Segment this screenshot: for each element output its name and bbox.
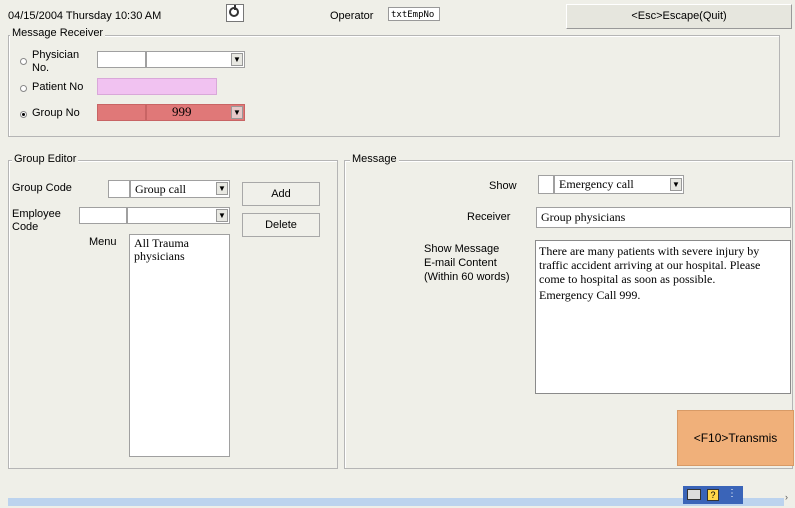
group-no-label: Group No	[32, 107, 80, 119]
show-combo-value: Emergency call	[559, 177, 634, 191]
system-tray: ? ⋮	[683, 486, 743, 504]
scroll-right-icon[interactable]: ›	[785, 492, 788, 502]
content-label: Show Message	[424, 243, 500, 255]
group-code-combo-value: Group call	[135, 182, 186, 196]
message-legend: Message	[350, 153, 399, 165]
menu-list[interactable]: All Trauma physicians	[129, 234, 230, 457]
patient-no-field[interactable]	[97, 78, 217, 95]
help-icon[interactable]: ?	[707, 489, 719, 501]
employee-code-field[interactable]	[79, 207, 127, 224]
chevron-down-icon[interactable]: ▼	[231, 53, 243, 66]
receiver-field-value: Group physicians	[541, 210, 626, 224]
patient-radio[interactable]	[20, 85, 27, 92]
keyboard-icon[interactable]	[687, 489, 701, 500]
physician-radio[interactable]	[20, 58, 27, 65]
clock-icon[interactable]	[226, 4, 244, 22]
physician-no-field[interactable]	[97, 51, 146, 68]
message-paragraph: Emergency Call 999.	[539, 288, 641, 302]
message-content-textarea[interactable]: There are many patients with severe inju…	[535, 240, 791, 394]
group-code-combo[interactable]: Group call	[130, 180, 230, 198]
physician-label: Physician	[32, 49, 80, 61]
datetime-display: 04/15/2004 Thursday 10:30 AM	[8, 10, 162, 22]
message-paragraph: There are many patients with severe inju…	[539, 244, 761, 286]
employee-code-label: Employee	[12, 208, 61, 220]
receiver-field[interactable]: Group physicians	[536, 207, 791, 228]
delete-button[interactable]: Delete	[242, 213, 320, 237]
patient-label: Patient No	[32, 81, 84, 93]
group-no-value: 999	[172, 104, 192, 119]
chevron-down-icon[interactable]: ▼	[670, 178, 682, 191]
status-bar	[8, 498, 784, 506]
show-label: Show	[489, 180, 517, 192]
message-receiver-legend: Message Receiver	[10, 27, 106, 39]
list-item[interactable]: All Trauma physicians	[134, 237, 225, 263]
escape-quit-button[interactable]: <Esc>Escape(Quit)	[566, 4, 792, 29]
chevron-down-icon[interactable]: ▼	[216, 182, 228, 195]
tray-more-icon[interactable]: ⋮	[727, 488, 737, 499]
group-editor-legend: Group Editor	[12, 153, 79, 165]
content-label-3: (Within 60 words)	[424, 271, 510, 283]
employee-code-combo[interactable]	[127, 207, 230, 224]
group-code-field[interactable]	[108, 180, 130, 198]
physician-label-no: No.	[32, 62, 50, 74]
show-field[interactable]	[538, 175, 554, 194]
receiver-label: Receiver	[467, 211, 511, 223]
menu-label: Menu	[89, 236, 117, 248]
group-no-field[interactable]	[97, 104, 146, 121]
employee-code-label-2: Code	[12, 221, 39, 233]
content-label-2: E-mail Content	[424, 257, 497, 269]
add-button[interactable]: Add	[242, 182, 320, 206]
transmit-button[interactable]: <F10>Transmis	[677, 410, 794, 466]
operator-field[interactable]: txtEmpNo	[388, 7, 440, 21]
chevron-down-icon[interactable]: ▼	[231, 106, 243, 119]
operator-label: Operator	[330, 10, 374, 22]
group-code-label: Group Code	[12, 182, 72, 194]
show-combo[interactable]: Emergency call	[554, 175, 684, 194]
group-no-radio[interactable]	[20, 111, 27, 118]
chevron-down-icon[interactable]: ▼	[216, 209, 228, 222]
